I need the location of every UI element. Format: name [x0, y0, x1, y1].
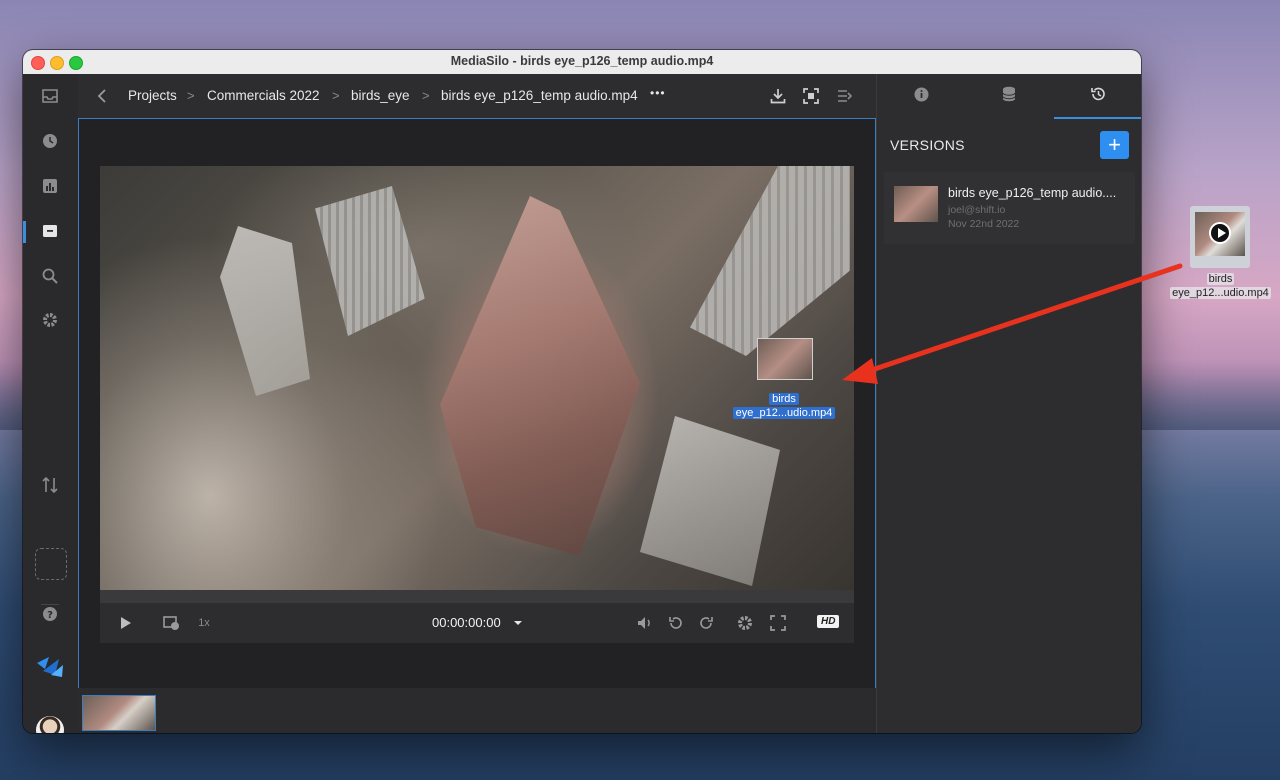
breadcrumb-projects[interactable]: Projects: [128, 88, 177, 103]
main-viewer: Projects > Commercials 2022 > birds_eye …: [78, 74, 876, 733]
database-icon: [1002, 86, 1016, 107]
video-frame[interactable]: birds eye_p12...udio.mp4: [100, 166, 854, 590]
mediasilo-logo-icon: [35, 652, 65, 680]
forward-icon[interactable]: [697, 613, 715, 633]
desktop-file-label[interactable]: birds eye_p12...udio.mp4: [1163, 272, 1278, 300]
loop-clip-icon[interactable]: [162, 613, 182, 633]
volume-icon[interactable]: [636, 613, 654, 633]
breadcrumb-current-file: birds eye_p126_temp audio.mp4: [441, 88, 638, 103]
frame-capture-icon[interactable]: [801, 87, 821, 105]
inbox-icon[interactable]: [40, 86, 60, 106]
timecode-dropdown-icon[interactable]: [512, 613, 524, 633]
settings-gear-icon[interactable]: [40, 310, 60, 330]
breadcrumb-separator: >: [422, 88, 430, 103]
drag-preview-label: birds eye_p12...udio.mp4: [727, 392, 841, 420]
rewind-icon[interactable]: [667, 613, 685, 633]
recent-clock-icon[interactable]: [40, 131, 60, 151]
version-date: Nov 22nd 2022: [948, 218, 1020, 230]
help-icon[interactable]: ?: [40, 604, 60, 624]
playback-speed[interactable]: 1x: [196, 613, 212, 633]
video-scene-building: [315, 186, 425, 336]
version-item[interactable]: birds eye_p126_temp audio.... joel@shift…: [884, 172, 1135, 244]
app-window: MediaSilo - birds eye_p126_temp audio.mp…: [23, 50, 1141, 733]
analytics-chart-icon[interactable]: [40, 176, 60, 196]
hd-quality-badge[interactable]: HD: [817, 615, 840, 628]
drop-target-placeholder[interactable]: [35, 548, 67, 580]
tab-info[interactable]: [877, 74, 965, 119]
transfers-arrows-icon[interactable]: [40, 475, 60, 495]
video-scene-tower: [440, 196, 640, 556]
versions-panel: VERSIONS + birds eye_p126_temp audio....…: [876, 74, 1141, 733]
video-player: birdseye_p12...udio.mp4 1x 00:00:00:00: [78, 118, 876, 690]
player-settings-gear-icon[interactable]: [736, 613, 754, 633]
play-badge-icon: [1209, 222, 1231, 244]
drag-preview-thumbnail: [757, 338, 813, 380]
desktop-file-icon[interactable]: [1190, 206, 1250, 268]
filmstrip-thumbnail[interactable]: [82, 695, 156, 731]
left-sidebar: ?: [23, 74, 78, 733]
tab-versions[interactable]: [1054, 74, 1141, 119]
video-scene-building: [220, 226, 310, 396]
search-icon[interactable]: [40, 266, 60, 286]
title-bar: MediaSilo - birds eye_p126_temp audio.mp…: [23, 50, 1141, 75]
breadcrumb-birds-eye[interactable]: birds_eye: [351, 88, 410, 103]
back-chevron-icon[interactable]: [92, 87, 112, 105]
projects-archive-icon[interactable]: [40, 221, 60, 241]
active-nav-indicator: [23, 221, 26, 243]
play-icon[interactable]: [118, 613, 134, 633]
more-options-button[interactable]: •••: [650, 86, 666, 100]
breadcrumb: Projects > Commercials 2022 > birds_eye …: [78, 74, 876, 118]
breadcrumb-separator: >: [187, 88, 195, 103]
tab-metadata[interactable]: [965, 74, 1053, 119]
video-scene-building: [690, 166, 850, 356]
fullscreen-icon[interactable]: [769, 613, 787, 633]
breadcrumb-commercials-2022[interactable]: Commercials 2022: [207, 88, 320, 103]
active-tab-indicator: [1054, 117, 1141, 119]
version-user: joel@shift.io: [948, 204, 1006, 216]
user-avatar[interactable]: [36, 716, 64, 733]
scrub-bar[interactable]: [100, 590, 854, 603]
breadcrumb-separator: >: [332, 88, 340, 103]
panel-tabs: [877, 74, 1141, 119]
window-title: MediaSilo - birds eye_p126_temp audio.mp…: [450, 54, 714, 68]
filmstrip: [78, 688, 876, 733]
version-thumbnail: [894, 186, 938, 222]
info-icon: [914, 87, 929, 107]
toggle-panel-icon[interactable]: [835, 87, 855, 105]
video-scene-building: [640, 416, 780, 586]
download-icon[interactable]: [768, 87, 788, 105]
history-icon: [1090, 86, 1106, 107]
version-name: birds eye_p126_temp audio....: [948, 186, 1117, 200]
player-controls: 1x 00:00:00:00 HD: [100, 603, 854, 643]
versions-title: VERSIONS: [890, 137, 965, 153]
svg-text:?: ?: [47, 610, 53, 621]
add-version-button[interactable]: +: [1100, 131, 1129, 159]
timecode-display[interactable]: 00:00:00:00: [432, 615, 501, 630]
